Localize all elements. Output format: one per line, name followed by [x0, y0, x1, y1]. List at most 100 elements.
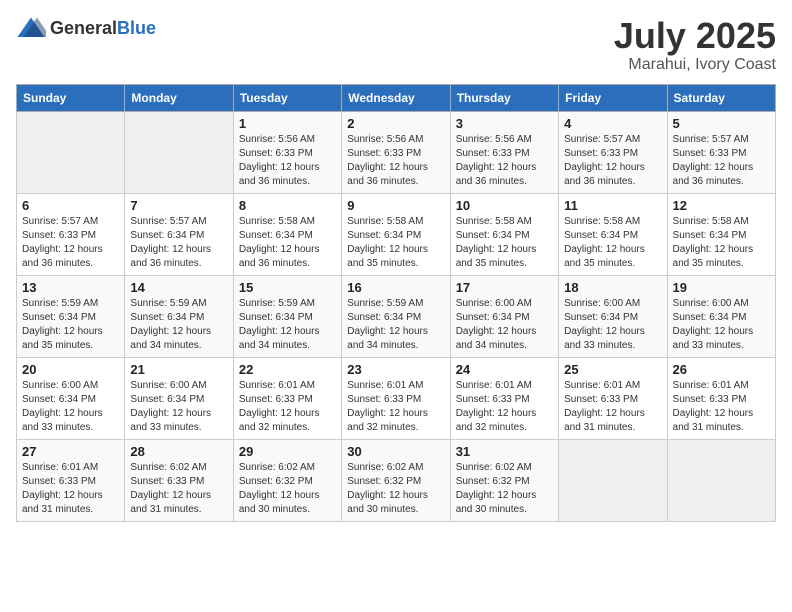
day-info: Sunrise: 5:58 AM Sunset: 6:34 PM Dayligh… [456, 215, 553, 271]
calendar-cell: 19 Sunrise: 6:00 AM Sunset: 6:34 PM Dayli… [667, 275, 775, 357]
calendar-cell: 7Sunrise: 5:57 AM Sunset: 6:34 PM Daylig… [125, 193, 233, 275]
calendar-cell: 25 Sunrise: 6:01 AM Sunset: 6:33 PM Dayli… [559, 357, 667, 439]
calendar-cell [125, 111, 233, 193]
day-info: Sunrise: 5:56 AM Sunset: 6:33 PM Dayligh… [456, 133, 553, 189]
day-info: Sunrise: 6:01 AM Sunset: 6:33 PM Dayligh… [347, 379, 444, 435]
calendar-week-row: 20 Sunrise: 6:00 AM Sunset: 6:34 PM Dayli… [17, 357, 776, 439]
day-number: 8 [239, 198, 336, 213]
day-number: 12 [673, 198, 770, 213]
calendar-cell: 28 Sunrise: 6:02 AM Sunset: 6:33 PM Dayli… [125, 439, 233, 521]
calendar-cell: 1 Sunrise: 5:56 AM Sunset: 6:33 PM Daylig… [233, 111, 341, 193]
calendar-cell: 13Sunrise: 5:59 AM Sunset: 6:34 PM Dayli… [17, 275, 125, 357]
day-info: Sunrise: 6:01 AM Sunset: 6:33 PM Dayligh… [673, 379, 770, 435]
day-number: 1 [239, 116, 336, 131]
day-info: Sunrise: 6:00 AM Sunset: 6:34 PM Dayligh… [130, 379, 227, 435]
logo-icon [16, 16, 46, 40]
day-info: Sunrise: 6:00 AM Sunset: 6:34 PM Dayligh… [673, 297, 770, 353]
header-tuesday: Tuesday [233, 84, 341, 111]
day-info: Sunrise: 5:58 AM Sunset: 6:34 PM Dayligh… [673, 215, 770, 271]
calendar-cell: 31 Sunrise: 6:02 AM Sunset: 6:32 PM Dayli… [450, 439, 558, 521]
logo-general: General [50, 18, 117, 38]
calendar-cell: 14Sunrise: 5:59 AM Sunset: 6:34 PM Dayli… [125, 275, 233, 357]
day-info: Sunrise: 5:57 AM Sunset: 6:33 PM Dayligh… [673, 133, 770, 189]
day-number: 26 [673, 362, 770, 377]
location-title: Marahui, Ivory Coast [614, 56, 776, 74]
calendar-cell: 10 Sunrise: 5:58 AM Sunset: 6:34 PM Dayli… [450, 193, 558, 275]
day-number: 6 [22, 198, 119, 213]
calendar-cell: 26 Sunrise: 6:01 AM Sunset: 6:33 PM Dayli… [667, 357, 775, 439]
calendar-cell: 4 Sunrise: 5:57 AM Sunset: 6:33 PM Daylig… [559, 111, 667, 193]
calendar-cell: 20Sunrise: 6:00 AM Sunset: 6:34 PM Dayli… [17, 357, 125, 439]
day-info: Sunrise: 6:02 AM Sunset: 6:33 PM Dayligh… [130, 461, 227, 517]
day-number: 5 [673, 116, 770, 131]
day-info: Sunrise: 6:01 AM Sunset: 6:33 PM Dayligh… [22, 461, 119, 517]
day-number: 25 [564, 362, 661, 377]
calendar-cell: 18 Sunrise: 6:00 AM Sunset: 6:34 PM Dayli… [559, 275, 667, 357]
calendar-cell: 2 Sunrise: 5:56 AM Sunset: 6:33 PM Daylig… [342, 111, 450, 193]
day-number: 18 [564, 280, 661, 295]
calendar-cell: 8Sunrise: 5:58 AM Sunset: 6:34 PM Daylig… [233, 193, 341, 275]
day-number: 16 [347, 280, 444, 295]
day-number: 31 [456, 444, 553, 459]
day-number: 2 [347, 116, 444, 131]
day-number: 27 [22, 444, 119, 459]
header-wednesday: Wednesday [342, 84, 450, 111]
day-number: 24 [456, 362, 553, 377]
calendar-week-row: 27 Sunrise: 6:01 AM Sunset: 6:33 PM Dayli… [17, 439, 776, 521]
day-info: Sunrise: 5:58 AM Sunset: 6:34 PM Dayligh… [347, 215, 444, 271]
title-block: July 2025 Marahui, Ivory Coast [614, 16, 776, 74]
day-info: Sunrise: 6:01 AM Sunset: 6:33 PM Dayligh… [564, 379, 661, 435]
header-saturday: Saturday [667, 84, 775, 111]
day-info: Sunrise: 5:57 AM Sunset: 6:33 PM Dayligh… [564, 133, 661, 189]
weekday-header-row: Sunday Monday Tuesday Wednesday Thursday… [17, 84, 776, 111]
day-number: 13 [22, 280, 119, 295]
calendar-cell: 24 Sunrise: 6:01 AM Sunset: 6:33 PM Dayli… [450, 357, 558, 439]
day-info: Sunrise: 6:02 AM Sunset: 6:32 PM Dayligh… [456, 461, 553, 517]
day-number: 20 [22, 362, 119, 377]
calendar-cell: 29Sunrise: 6:02 AM Sunset: 6:32 PM Dayli… [233, 439, 341, 521]
calendar-cell: 3 Sunrise: 5:56 AM Sunset: 6:33 PM Daylig… [450, 111, 558, 193]
day-number: 19 [673, 280, 770, 295]
day-info: Sunrise: 5:56 AM Sunset: 6:33 PM Dayligh… [347, 133, 444, 189]
header-monday: Monday [125, 84, 233, 111]
calendar-cell: 16 Sunrise: 5:59 AM Sunset: 6:34 PM Dayli… [342, 275, 450, 357]
calendar-cell: 22 Sunrise: 6:01 AM Sunset: 6:33 PM Dayli… [233, 357, 341, 439]
day-number: 4 [564, 116, 661, 131]
day-info: Sunrise: 5:56 AM Sunset: 6:33 PM Dayligh… [239, 133, 336, 189]
calendar-cell: 9 Sunrise: 5:58 AM Sunset: 6:34 PM Daylig… [342, 193, 450, 275]
header-friday: Friday [559, 84, 667, 111]
day-number: 30 [347, 444, 444, 459]
header-thursday: Thursday [450, 84, 558, 111]
day-number: 14 [130, 280, 227, 295]
day-number: 22 [239, 362, 336, 377]
calendar-cell: 5 Sunrise: 5:57 AM Sunset: 6:33 PM Daylig… [667, 111, 775, 193]
calendar-cell [559, 439, 667, 521]
day-number: 28 [130, 444, 227, 459]
day-info: Sunrise: 5:59 AM Sunset: 6:34 PM Dayligh… [239, 297, 336, 353]
calendar-cell: 30Sunrise: 6:02 AM Sunset: 6:32 PM Dayli… [342, 439, 450, 521]
day-number: 7 [130, 198, 227, 213]
header-sunday: Sunday [17, 84, 125, 111]
calendar-cell [17, 111, 125, 193]
calendar-cell: 11Sunrise: 5:58 AM Sunset: 6:34 PM Dayli… [559, 193, 667, 275]
day-info: Sunrise: 6:01 AM Sunset: 6:33 PM Dayligh… [456, 379, 553, 435]
day-info: Sunrise: 6:01 AM Sunset: 6:33 PM Dayligh… [239, 379, 336, 435]
calendar-cell: 17Sunrise: 6:00 AM Sunset: 6:34 PM Dayli… [450, 275, 558, 357]
calendar-week-row: 13 Sunrise: 5:59 AM Sunset: 6:34 PM Dayli… [17, 275, 776, 357]
day-number: 9 [347, 198, 444, 213]
day-number: 21 [130, 362, 227, 377]
calendar-cell: 21 Sunrise: 6:00 AM Sunset: 6:34 PM Dayli… [125, 357, 233, 439]
logo: GeneralBlue [16, 16, 156, 40]
day-number: 10 [456, 198, 553, 213]
calendar-cell: 15Sunrise: 5:59 AM Sunset: 6:34 PM Dayli… [233, 275, 341, 357]
day-info: Sunrise: 6:00 AM Sunset: 6:34 PM Dayligh… [564, 297, 661, 353]
calendar-cell: 12 Sunrise: 5:58 AM Sunset: 6:34 PM Dayli… [667, 193, 775, 275]
page-header: GeneralBlue July 2025 Marahui, Ivory Coa… [16, 16, 776, 74]
calendar-table: Sunday Monday Tuesday Wednesday Thursday… [16, 84, 776, 522]
day-number: 3 [456, 116, 553, 131]
day-number: 23 [347, 362, 444, 377]
month-title: July 2025 [614, 16, 776, 56]
day-info: Sunrise: 5:59 AM Sunset: 6:34 PM Dayligh… [347, 297, 444, 353]
day-number: 29 [239, 444, 336, 459]
logo-blue: Blue [117, 18, 156, 38]
